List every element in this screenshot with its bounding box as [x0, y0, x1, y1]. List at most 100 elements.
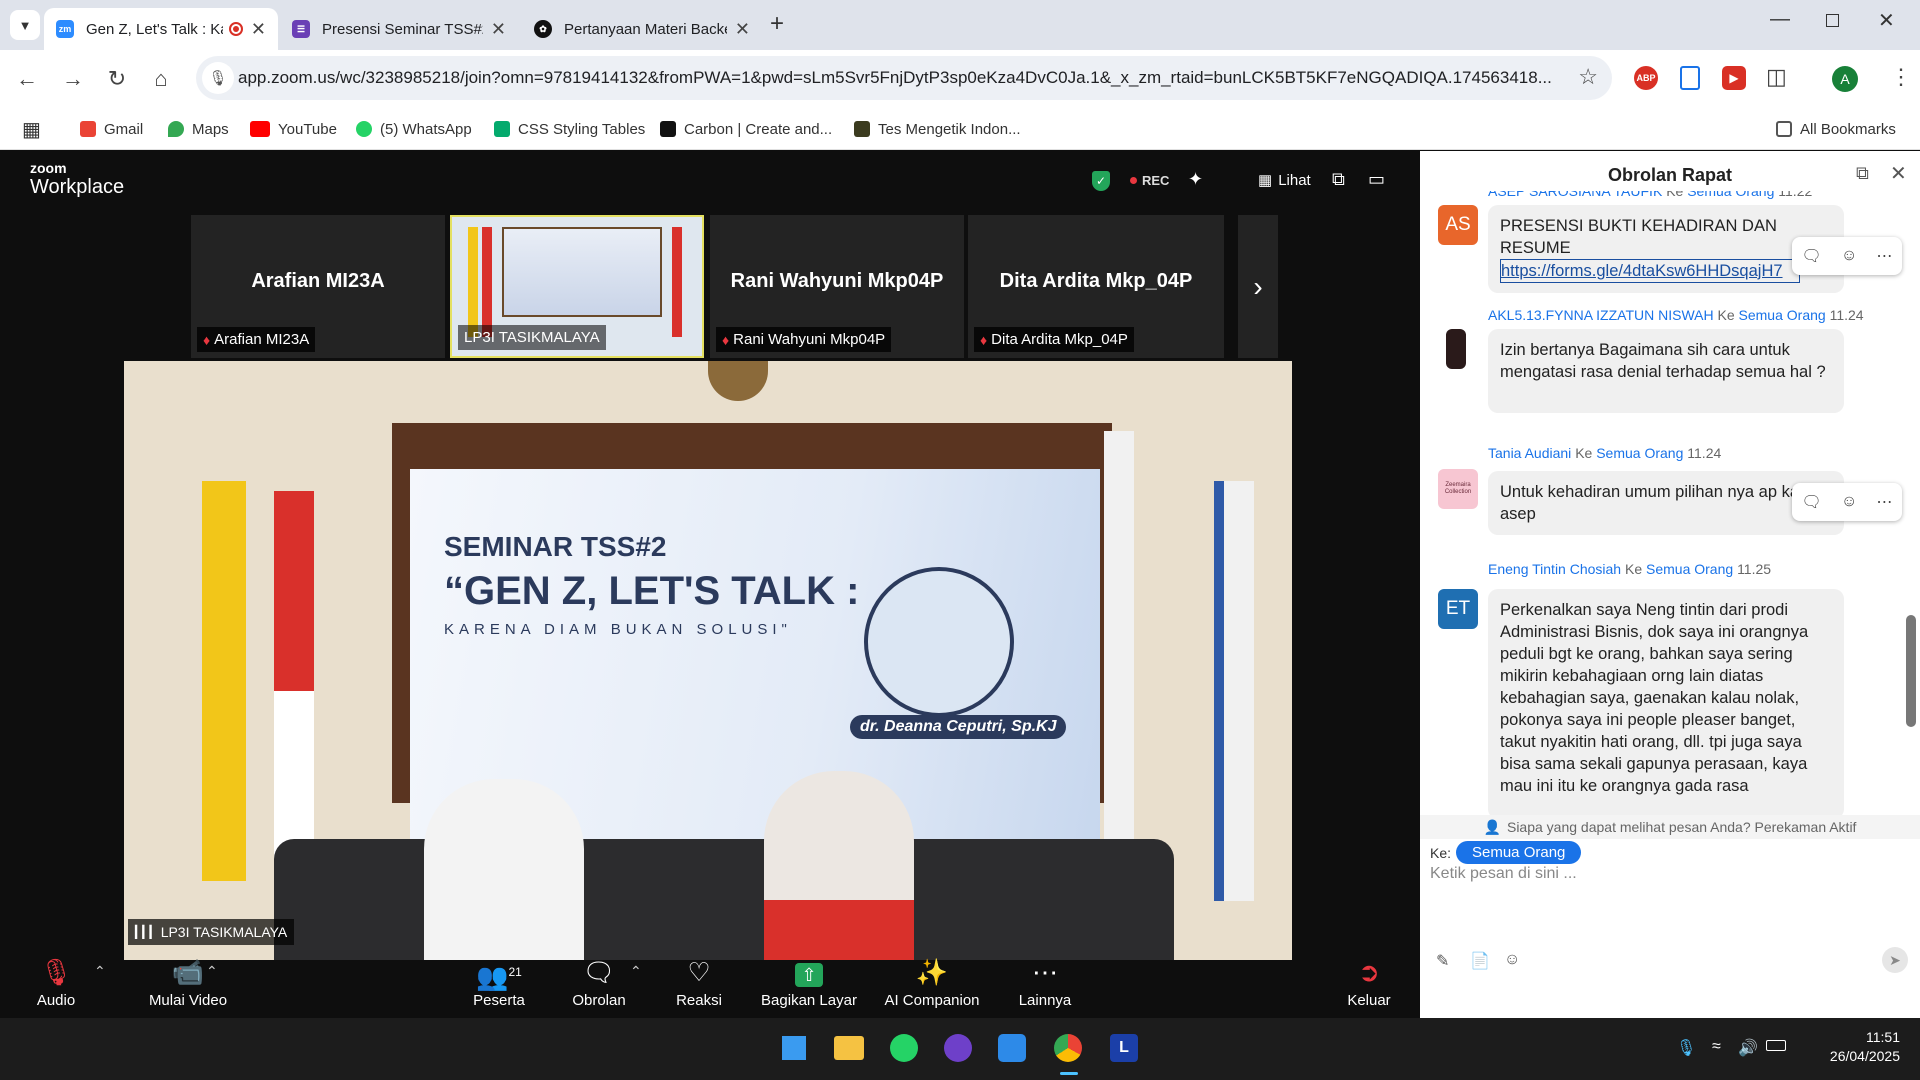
chat-panel: Obrolan Rapat ⧉ ✕ ASEP SAROSIANA TAUFIK …	[1420, 151, 1920, 1018]
battery-icon[interactable]	[1766, 1040, 1786, 1051]
close-tab-icon[interactable]: ✕	[251, 19, 266, 40]
emoji-icon[interactable]: ☺	[1504, 951, 1520, 969]
chrome-icon[interactable]	[1054, 1034, 1082, 1062]
main-video[interactable]: SEMINAR TSS#2 “GEN Z, LET'S TALK : KAREN…	[124, 361, 1292, 960]
more-icon[interactable]: ⋯	[1876, 492, 1892, 512]
bookmark-gmail[interactable]: Gmail	[80, 108, 143, 150]
bookmark-maps[interactable]: Maps	[168, 108, 229, 150]
tab-pertanyaan[interactable]: ✿ Pertanyaan Materi Backend ✕	[522, 8, 762, 50]
zoom-meeting-area: zoom Workplace ✓ REC ✦ ▦ Lihat ⧉ ▭ Arafi…	[0, 151, 1420, 1018]
close-tab-icon[interactable]: ✕	[735, 19, 750, 40]
next-participants-button[interactable]: ›	[1238, 215, 1278, 358]
new-tab-button[interactable]: +	[770, 10, 784, 38]
minimize-button[interactable]: —	[1770, 8, 1790, 31]
maps-icon	[168, 121, 184, 137]
participants-button[interactable]: 👥21 Peserta	[444, 956, 554, 1009]
extensions-icon[interactable]: ◫	[1766, 64, 1787, 90]
bookmark-carbon[interactable]: Carbon | Create and...	[660, 108, 832, 150]
forms-icon: ☰	[292, 20, 310, 38]
flag-icon	[468, 227, 478, 337]
tab-search-button[interactable]: ▼	[10, 10, 40, 40]
flag-icon	[1214, 481, 1254, 901]
ai-companion-button[interactable]: ✨ AI Companion	[874, 956, 990, 1009]
participant-tile-active[interactable]: LP3I TASIKMALAYA	[450, 215, 704, 358]
bookmark-css-tables[interactable]: CSS Styling Tables	[494, 108, 645, 150]
more-icon[interactable]: ⋯	[1876, 246, 1892, 266]
active-app-indicator	[1060, 1072, 1078, 1075]
add-reaction-icon[interactable]: ☺	[1841, 493, 1857, 511]
view-button[interactable]: ▦ Lihat	[1258, 171, 1311, 190]
flag-icon	[274, 491, 314, 891]
back-icon[interactable]: ←	[12, 64, 42, 94]
forward-icon[interactable]: →	[58, 64, 88, 94]
bookmark-whatsapp[interactable]: (5) WhatsApp	[356, 108, 472, 150]
apps-icon[interactable]: ▦	[22, 108, 41, 150]
file-icon[interactable]: 📄	[1470, 951, 1490, 971]
address-bar[interactable]: 🎙 app.zoom.us/wc/3238985218/join?omn=978…	[196, 56, 1612, 100]
format-text-icon[interactable]: ✎	[1436, 951, 1449, 971]
adblock-extension-icon[interactable]: ABP	[1634, 66, 1658, 90]
clock[interactable]: 11:51 26/04/2025	[1800, 1028, 1900, 1066]
visibility-notice[interactable]: 👤 Siapa yang dapat melihat pesan Anda? P…	[1420, 815, 1920, 839]
reply-icon[interactable]: 🗨	[1802, 246, 1822, 266]
popout-icon[interactable]: ⧉	[1332, 169, 1345, 190]
recipient-select[interactable]: Semua Orang	[1456, 841, 1582, 864]
maximize-button[interactable]	[1826, 14, 1839, 27]
whatsapp-icon	[356, 121, 372, 137]
form-link[interactable]: https://forms.gle/4dtaKsw6HHDsqajH7	[1500, 259, 1800, 283]
profile-avatar[interactable]: A	[1832, 66, 1858, 92]
close-tab-icon[interactable]: ✕	[491, 19, 506, 40]
tab-zoom-meeting[interactable]: zm Gen Z, Let's Talk : Karena Di ✕	[44, 8, 278, 50]
document-extension-icon[interactable]	[1680, 66, 1700, 90]
more-button[interactable]: ⋯ Lainnya	[990, 956, 1100, 1009]
participant-tile[interactable]: Dita Ardita Mkp_04P ♦ Dita Ardita Mkp_04P	[968, 215, 1224, 358]
video-extension-icon[interactable]: ▶	[1722, 66, 1746, 90]
reload-icon[interactable]: ↻	[102, 64, 132, 94]
bookmark-youtube[interactable]: YouTube	[250, 108, 337, 150]
flag-icon	[482, 227, 492, 337]
bookmark-tes-mengetik[interactable]: Tes Mengetik Indon...	[854, 108, 1021, 150]
wifi-icon[interactable]: ≈	[1712, 1038, 1721, 1056]
vscode-icon[interactable]	[998, 1034, 1026, 1062]
send-icon[interactable]: ➤	[1882, 947, 1908, 973]
site-info-icon[interactable]: 🎙	[202, 62, 234, 94]
chat-message: Perkenalkan saya Neng tintin dari prodi …	[1488, 589, 1844, 819]
whatsapp-icon[interactable]	[890, 1034, 918, 1062]
volume-icon[interactable]: 🔊	[1738, 1038, 1758, 1058]
github-icon[interactable]	[944, 1034, 972, 1062]
microphone-icon[interactable]: 🎙	[1676, 1038, 1696, 1058]
recording-indicator[interactable]: REC	[1130, 173, 1169, 188]
participant-tile[interactable]: Rani Wahyuni Mkp04P ♦ Rani Wahyuni Mkp04P	[710, 215, 964, 358]
browser-menu-icon[interactable]: ⋮	[1890, 64, 1912, 90]
share-screen-icon: ⇧	[754, 956, 864, 988]
close-chat-icon[interactable]: ✕	[1890, 161, 1907, 186]
fullscreen-icon[interactable]: ▭	[1368, 169, 1385, 190]
tab-presensi[interactable]: ☰ Presensi Seminar TSS#2 ✕	[280, 8, 518, 50]
reply-icon[interactable]: 🗨	[1802, 492, 1822, 512]
bookmark-star-icon[interactable]: ☆	[1578, 64, 1598, 90]
chat-input[interactable]: Ketik pesan di sini ...	[1430, 865, 1900, 945]
close-window-button[interactable]: ✕	[1878, 8, 1895, 33]
encryption-shield-icon[interactable]: ✓	[1092, 171, 1110, 191]
windows-start-icon[interactable]	[780, 1034, 808, 1062]
more-icon: ⋯	[1032, 957, 1058, 987]
avatar	[1446, 329, 1466, 369]
muted-mic-icon: ♦	[203, 331, 211, 348]
chat-options-chevron-icon[interactable]: ⌃	[630, 963, 642, 980]
leave-button[interactable]: ➲ Keluar	[1314, 956, 1424, 1009]
reactions-button[interactable]: ♡ Reaksi	[644, 956, 754, 1009]
popout-chat-icon[interactable]: ⧉	[1856, 163, 1869, 184]
video-options-chevron-icon[interactable]: ⌃	[206, 963, 218, 980]
launcher-l-icon[interactable]: L	[1110, 1034, 1138, 1062]
add-reaction-icon[interactable]: ☺	[1841, 247, 1857, 265]
file-explorer-icon[interactable]	[834, 1036, 864, 1060]
home-icon[interactable]: ⌂	[146, 64, 176, 94]
all-bookmarks[interactable]: All Bookmarks	[1776, 108, 1896, 150]
sparkle-icon[interactable]: ✦	[1188, 169, 1203, 190]
participant-tile[interactable]: Arafian MI23A ♦ Arafian MI23A	[191, 215, 445, 358]
share-screen-button[interactable]: ⇧ Bagikan Layar	[754, 956, 864, 1009]
audio-options-chevron-icon[interactable]: ⌃	[94, 963, 106, 980]
chat-scrollbar[interactable]	[1906, 615, 1916, 727]
message-actions: 🗨 ☺ ⋯	[1792, 483, 1902, 521]
video-button[interactable]: 📹 Mulai Video	[122, 956, 254, 1009]
